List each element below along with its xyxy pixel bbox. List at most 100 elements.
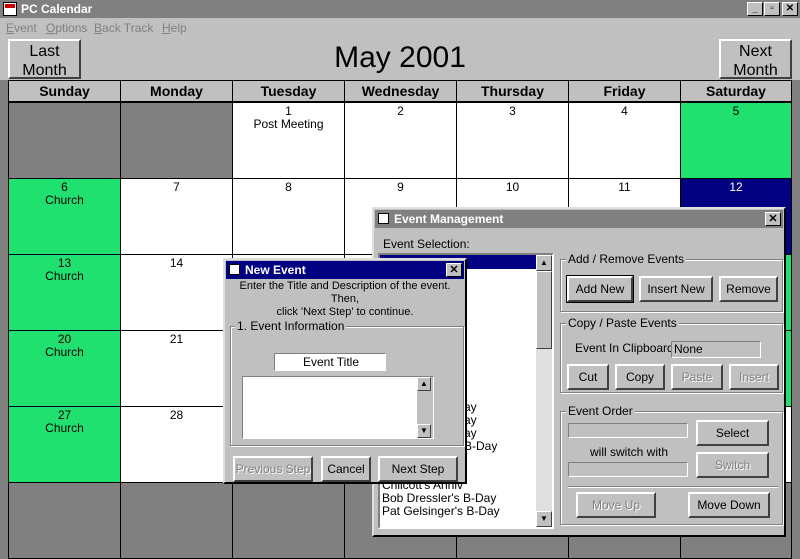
- next-step-button[interactable]: Next Step: [378, 456, 458, 482]
- day-number: 14: [169, 256, 184, 270]
- window-icon: [229, 264, 240, 275]
- day-cell[interactable]: 4: [568, 102, 681, 179]
- event-management-titlebar: Event Management ✕: [375, 210, 783, 228]
- list-scrollbar[interactable]: ▲ ▼: [536, 255, 552, 527]
- day-cell[interactable]: 27 Church: [8, 406, 121, 483]
- menu-event[interactable]: Event: [6, 21, 37, 35]
- order-divider: [568, 486, 778, 488]
- day-number: 3: [509, 104, 516, 118]
- day-number: 8: [285, 180, 292, 194]
- new-event-title: New Event: [245, 263, 306, 277]
- new-event-titlebar: New Event ✕: [226, 261, 464, 279]
- month-title: May 2001: [334, 41, 466, 74]
- day-cell[interactable]: 14: [120, 254, 233, 331]
- day-event[interactable]: Church: [9, 270, 120, 283]
- insert-new-button[interactable]: Insert New: [639, 276, 713, 302]
- cancel-button[interactable]: Cancel: [321, 456, 371, 482]
- day-number: 9: [397, 180, 404, 194]
- order-target-field: [568, 462, 688, 477]
- move-up-button[interactable]: Move Up: [576, 492, 656, 518]
- cut-button[interactable]: Cut: [567, 364, 609, 390]
- calendar-header: Last Month May 2001 Next Month: [0, 38, 800, 80]
- event-description-textarea[interactable]: ▲ ▼: [242, 376, 434, 439]
- close-icon[interactable]: ✕: [765, 212, 781, 226]
- last-month-label-1: Last: [29, 43, 60, 60]
- day-cell[interactable]: [8, 482, 121, 559]
- menu-options[interactable]: Options: [46, 21, 87, 35]
- day-cell[interactable]: [8, 102, 121, 179]
- day-cell[interactable]: 1 Post Meeting: [232, 102, 345, 179]
- day-cell[interactable]: 8: [232, 178, 345, 255]
- next-month-label-1: Next: [739, 43, 772, 60]
- clipboard-label: Event In Clipboard:: [575, 341, 678, 355]
- day-cell[interactable]: [120, 102, 233, 179]
- scroll-up-icon[interactable]: ▲: [536, 255, 552, 271]
- add-remove-label: Add / Remove Events: [566, 252, 687, 266]
- previous-step-button[interactable]: Previous Step: [233, 456, 313, 482]
- day-cell[interactable]: 20 Church: [8, 330, 121, 407]
- day-cell[interactable]: 21: [120, 330, 233, 407]
- order-source-field: [568, 423, 688, 438]
- day-header-2: Tuesday: [232, 80, 345, 102]
- day-number: 10: [505, 180, 520, 194]
- instructions-line-1: Enter the Title and Description of the e…: [239, 280, 451, 305]
- add-new-button[interactable]: Add New: [566, 275, 634, 303]
- scroll-thumb[interactable]: [536, 271, 552, 349]
- day-event[interactable]: Church: [9, 194, 120, 207]
- insert-button[interactable]: Insert: [729, 364, 779, 390]
- day-header-4: Thursday: [456, 80, 569, 102]
- close-app-button[interactable]: ✕: [782, 2, 798, 16]
- scroll-down-icon[interactable]: ▼: [417, 424, 431, 438]
- new-event-dialog: New Event ✕ Enter the Title and Descript…: [223, 258, 467, 484]
- menu-back-track[interactable]: Back Track: [94, 21, 153, 35]
- day-event[interactable]: Post Meeting: [233, 118, 344, 131]
- switch-button[interactable]: Switch: [696, 452, 769, 478]
- day-cell[interactable]: 28: [120, 406, 233, 483]
- description-scrollbar[interactable]: ▲ ▼: [417, 377, 433, 438]
- menu-help[interactable]: Help: [162, 21, 187, 35]
- day-number: 5: [732, 104, 740, 118]
- day-cell[interactable]: 3: [456, 102, 569, 179]
- event-management-title: Event Management: [394, 212, 504, 226]
- close-icon[interactable]: ✕: [446, 263, 462, 277]
- event-title-input[interactable]: Event Title: [274, 353, 386, 371]
- last-month-button[interactable]: Last Month: [8, 39, 81, 79]
- app-title: PC Calendar: [21, 2, 93, 16]
- paste-button[interactable]: Paste: [671, 364, 723, 390]
- day-cell[interactable]: [232, 482, 345, 559]
- list-item[interactable]: Pat Gelsinger's B-Day: [382, 505, 500, 518]
- event-order-label: Event Order: [566, 404, 635, 418]
- menu-bar: Event Options Back Track Help: [0, 18, 800, 38]
- select-button[interactable]: Select: [696, 420, 769, 446]
- last-month-label-2: Month: [22, 62, 67, 79]
- scroll-up-icon[interactable]: ▲: [417, 377, 431, 391]
- instructions: Enter the Title and Description of the e…: [225, 280, 465, 319]
- day-event[interactable]: Church: [9, 422, 120, 435]
- day-header-6: Saturday: [680, 80, 792, 102]
- app-titlebar: PC Calendar _ ▫ ✕: [0, 0, 800, 18]
- day-number: 2: [397, 104, 404, 118]
- day-number: 28: [169, 408, 184, 422]
- day-cell[interactable]: 7: [120, 178, 233, 255]
- day-header-5: Friday: [568, 80, 681, 102]
- day-number: 12: [729, 180, 743, 194]
- day-cell[interactable]: 5: [680, 102, 792, 179]
- next-month-label-2: Month: [733, 62, 778, 79]
- move-down-button[interactable]: Move Down: [688, 492, 770, 518]
- event-information-label: 1. Event Information: [235, 319, 347, 333]
- day-header-0: Sunday: [8, 80, 121, 102]
- day-cell[interactable]: [120, 482, 233, 559]
- day-number: 7: [173, 180, 180, 194]
- clipboard-field: None: [671, 341, 761, 358]
- day-cell[interactable]: 13 Church: [8, 254, 121, 331]
- day-cell[interactable]: 2: [344, 102, 457, 179]
- copy-button[interactable]: Copy: [615, 364, 665, 390]
- minimize-button[interactable]: _: [747, 2, 763, 16]
- restore-button[interactable]: ▫: [764, 2, 780, 16]
- scroll-down-icon[interactable]: ▼: [536, 511, 552, 527]
- event-selection-label: Event Selection:: [383, 237, 470, 251]
- remove-button[interactable]: Remove: [719, 276, 778, 302]
- next-month-button[interactable]: Next Month: [719, 39, 792, 79]
- day-event[interactable]: Church: [9, 346, 120, 359]
- day-cell[interactable]: 6 Church: [8, 178, 121, 255]
